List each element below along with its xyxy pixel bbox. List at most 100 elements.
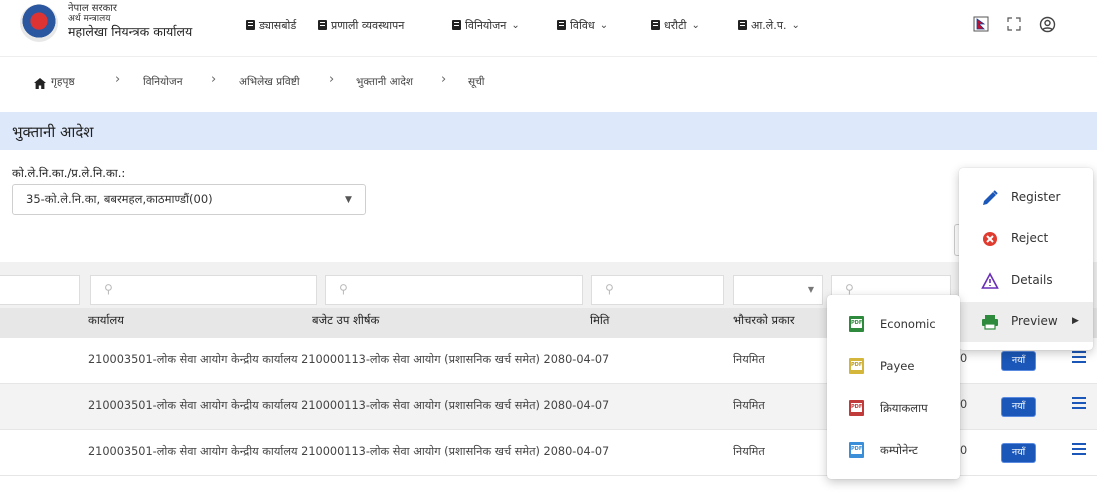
page-title-bar: भुक्तानी आदेश [0, 112, 1097, 150]
menu-icon [246, 20, 255, 30]
menu-item-reject[interactable]: Reject [959, 219, 1093, 259]
language-flag-icon[interactable] [971, 14, 991, 34]
menu-icon [557, 20, 566, 30]
row-text: 210003501-लोक सेवा आयोग केन्द्रीय कार्या… [88, 399, 610, 412]
menu-icon [651, 20, 660, 30]
submenu-item-activity[interactable]: PDF क्रियाकलाप [827, 387, 960, 429]
column-header-office[interactable]: कार्यालय [88, 313, 124, 328]
preview-submenu: PDF Economic PDF Payee PDF क्रियाकलाप PD… [827, 295, 960, 479]
submenu-item-label: कम्पोनेन्ट [880, 443, 918, 457]
row-partial-value: 0 [960, 398, 968, 411]
row-action-menu: Register Reject Details Preview ▶ [959, 168, 1093, 350]
top-navbar: नेपाल सरकार अर्थ मन्त्रालय महालेखा नियन्… [0, 0, 1097, 56]
row-partial-value: 0 [960, 444, 968, 457]
page-title: भुक्तानी आदेश [12, 123, 94, 141]
pdf-icon: PDF [849, 400, 864, 416]
row-voucher-type: नियमित [733, 445, 765, 458]
warning-triangle-icon [981, 272, 999, 290]
column-search-input[interactable]: ⚲ [90, 275, 317, 305]
nav-audit[interactable]: आ.ले.प. ⌄ [738, 15, 800, 35]
menu-item-register[interactable]: Register [959, 178, 1093, 218]
column-header-budget[interactable]: बजेट उप शीर्षक [312, 313, 379, 328]
column-header-voucher-type[interactable]: भौचरको प्रकार [733, 313, 795, 328]
search-icon: ⚲ [605, 282, 614, 296]
chevron-down-icon: ⌄ [691, 19, 700, 31]
menu-item-details[interactable]: Details [959, 261, 1093, 301]
submenu-item-label: क्रियाकलाप [880, 401, 928, 415]
row-voucher-type: नियमित [733, 353, 765, 366]
column-search-input[interactable]: ⚲ [591, 275, 724, 305]
chevron-right-icon: › [441, 72, 447, 87]
menu-icon [318, 20, 327, 30]
home-icon[interactable] [34, 74, 46, 93]
nav-miscellaneous[interactable]: विविध ⌄ [557, 15, 608, 35]
search-icon: ⚲ [339, 282, 348, 296]
chevron-down-icon: ⌄ [599, 19, 609, 31]
chevron-right-icon: › [115, 72, 121, 87]
chevron-right-icon: › [329, 72, 335, 87]
breadcrumb-home[interactable]: गृहपृष्ठ [51, 75, 75, 89]
status-badge: नयाँ [1002, 444, 1035, 462]
status-badge: नयाँ [1002, 398, 1035, 416]
caret-right-icon: ▶ [1072, 316, 1079, 326]
chevron-down-icon: ⌄ [511, 19, 520, 31]
chevron-right-icon: › [211, 72, 217, 87]
row-menu-icon[interactable] [1072, 351, 1086, 367]
caret-down-icon: ▼ [807, 285, 814, 294]
search-icon: ⚲ [104, 282, 113, 296]
user-account-icon[interactable] [1037, 14, 1057, 34]
column-header-date[interactable]: मिति [590, 313, 609, 328]
pdf-icon: PDF [849, 316, 864, 332]
menu-item-preview[interactable]: Preview ▶ [959, 302, 1093, 342]
row-partial-value: 0 [960, 352, 968, 365]
breadcrumb-current: सूची [468, 76, 485, 88]
row-menu-icon[interactable] [1072, 443, 1086, 459]
nav-label: विनियोजन [465, 18, 507, 32]
organization-name: नेपाल सरकार अर्थ मन्त्रालय महालेखा नियन्… [68, 4, 192, 39]
printer-icon [981, 313, 999, 331]
row-text: 210003501-लोक सेवा आयोग केन्द्रीय कार्या… [88, 353, 610, 366]
fullscreen-icon[interactable] [1004, 14, 1024, 34]
office-select-value: 35-को.ले.नि.का, बबरमहल,काठमाण्डौं(00) [26, 192, 213, 206]
caret-down-icon: ▼ [345, 195, 352, 205]
submenu-item-economic[interactable]: PDF Economic [827, 303, 960, 345]
nav-label: धरौटी [664, 18, 687, 32]
org-line1: नेपाल सरकार [68, 3, 117, 14]
breadcrumb-item[interactable]: भुक्तानी आदेश [356, 75, 413, 89]
nav-label: विविध [570, 18, 595, 32]
menu-item-label: Details [1011, 273, 1053, 287]
nav-label: प्रणाली व्यवस्थापन [331, 18, 405, 32]
government-emblem-logo[interactable] [20, 4, 58, 42]
submenu-item-payee[interactable]: PDF Payee [827, 345, 960, 387]
submenu-item-label: Payee [880, 359, 915, 373]
row-text: 210003501-लोक सेवा आयोग केन्द्रीय कार्या… [88, 445, 610, 458]
search-icon: ⚲ [845, 282, 854, 296]
status-badge: नयाँ [1002, 352, 1035, 370]
breadcrumb-item[interactable]: विनियोजन [143, 75, 183, 89]
reject-icon [981, 230, 999, 248]
nav-system-management[interactable]: प्रणाली व्यवस्थापन [318, 15, 404, 35]
submenu-item-label: Economic [880, 317, 936, 331]
org-line2: अर्थ मन्त्रालय [68, 14, 111, 24]
office-filter-label: को.ले.नि.का./प्र.ले.नि.का.: [12, 166, 126, 180]
nav-deposit[interactable]: धरौटी ⌄ [651, 15, 700, 35]
column-search-input[interactable] [0, 275, 80, 305]
menu-icon [738, 20, 747, 30]
row-voucher-type: नियमित [733, 399, 765, 412]
menu-item-label: Reject [1011, 231, 1049, 245]
breadcrumb-item[interactable]: अभिलेख प्रविष्टी [239, 75, 300, 89]
nav-appropriation[interactable]: विनियोजन ⌄ [452, 15, 520, 35]
nav-label: ड्यासबोर्ड [259, 18, 297, 32]
nav-dashboard[interactable]: ड्यासबोर्ड [246, 15, 296, 35]
org-line3: महालेखा नियन्त्रक कार्यालय [68, 24, 193, 39]
pdf-icon: PDF [849, 442, 864, 458]
row-menu-icon[interactable] [1072, 397, 1086, 413]
pencil-icon [981, 189, 999, 207]
column-filter-select[interactable]: ▼ [733, 275, 823, 305]
menu-icon [452, 20, 461, 30]
menu-item-label: Register [1011, 190, 1061, 204]
menu-item-label: Preview [1011, 314, 1058, 328]
submenu-item-component[interactable]: PDF कम्पोनेन्ट [827, 429, 960, 471]
office-select[interactable]: 35-को.ले.नि.का, बबरमहल,काठमाण्डौं(00) ▼ [12, 184, 366, 215]
column-search-input[interactable]: ⚲ [325, 275, 583, 305]
